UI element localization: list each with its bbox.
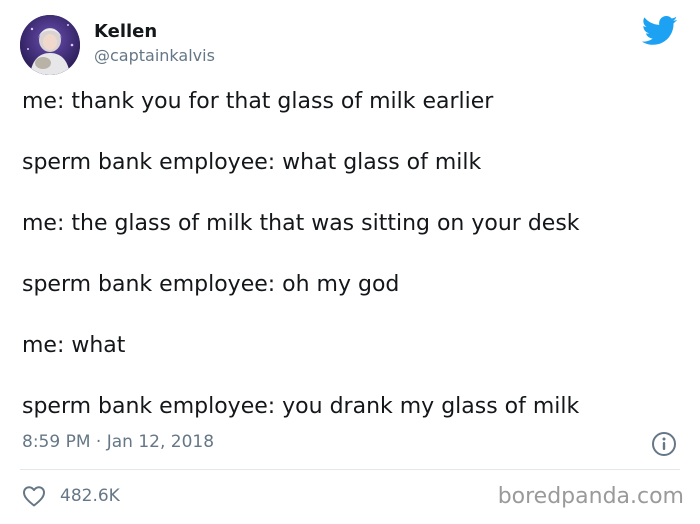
display-name[interactable]: Kellen	[94, 20, 157, 44]
tweet-text-line: sperm bank employee: what glass of milk	[22, 150, 482, 175]
tweet-text-line: sperm bank employee: oh my god	[22, 272, 400, 297]
like-count[interactable]: 482.6K	[60, 484, 120, 508]
user-handle[interactable]: @captainkalvis	[94, 45, 215, 67]
info-icon[interactable]	[651, 431, 677, 457]
avatar[interactable]	[20, 15, 80, 75]
heart-icon[interactable]	[22, 485, 46, 507]
tweet-timestamp[interactable]: 8:59 PM · Jan 12, 2018	[22, 430, 214, 454]
watermark-text: boredpanda.com	[497, 484, 684, 509]
tweet-text-line: me: thank you for that glass of milk ear…	[22, 89, 494, 114]
twitter-bird-icon[interactable]	[642, 16, 678, 46]
avatar-image	[20, 15, 80, 75]
tweet-text-line: me: what	[22, 333, 126, 358]
divider	[20, 469, 680, 470]
tweet-text-line: me: the glass of milk that was sitting o…	[22, 211, 580, 236]
tweet-text-line: sperm bank employee: you drank my glass …	[22, 394, 580, 419]
